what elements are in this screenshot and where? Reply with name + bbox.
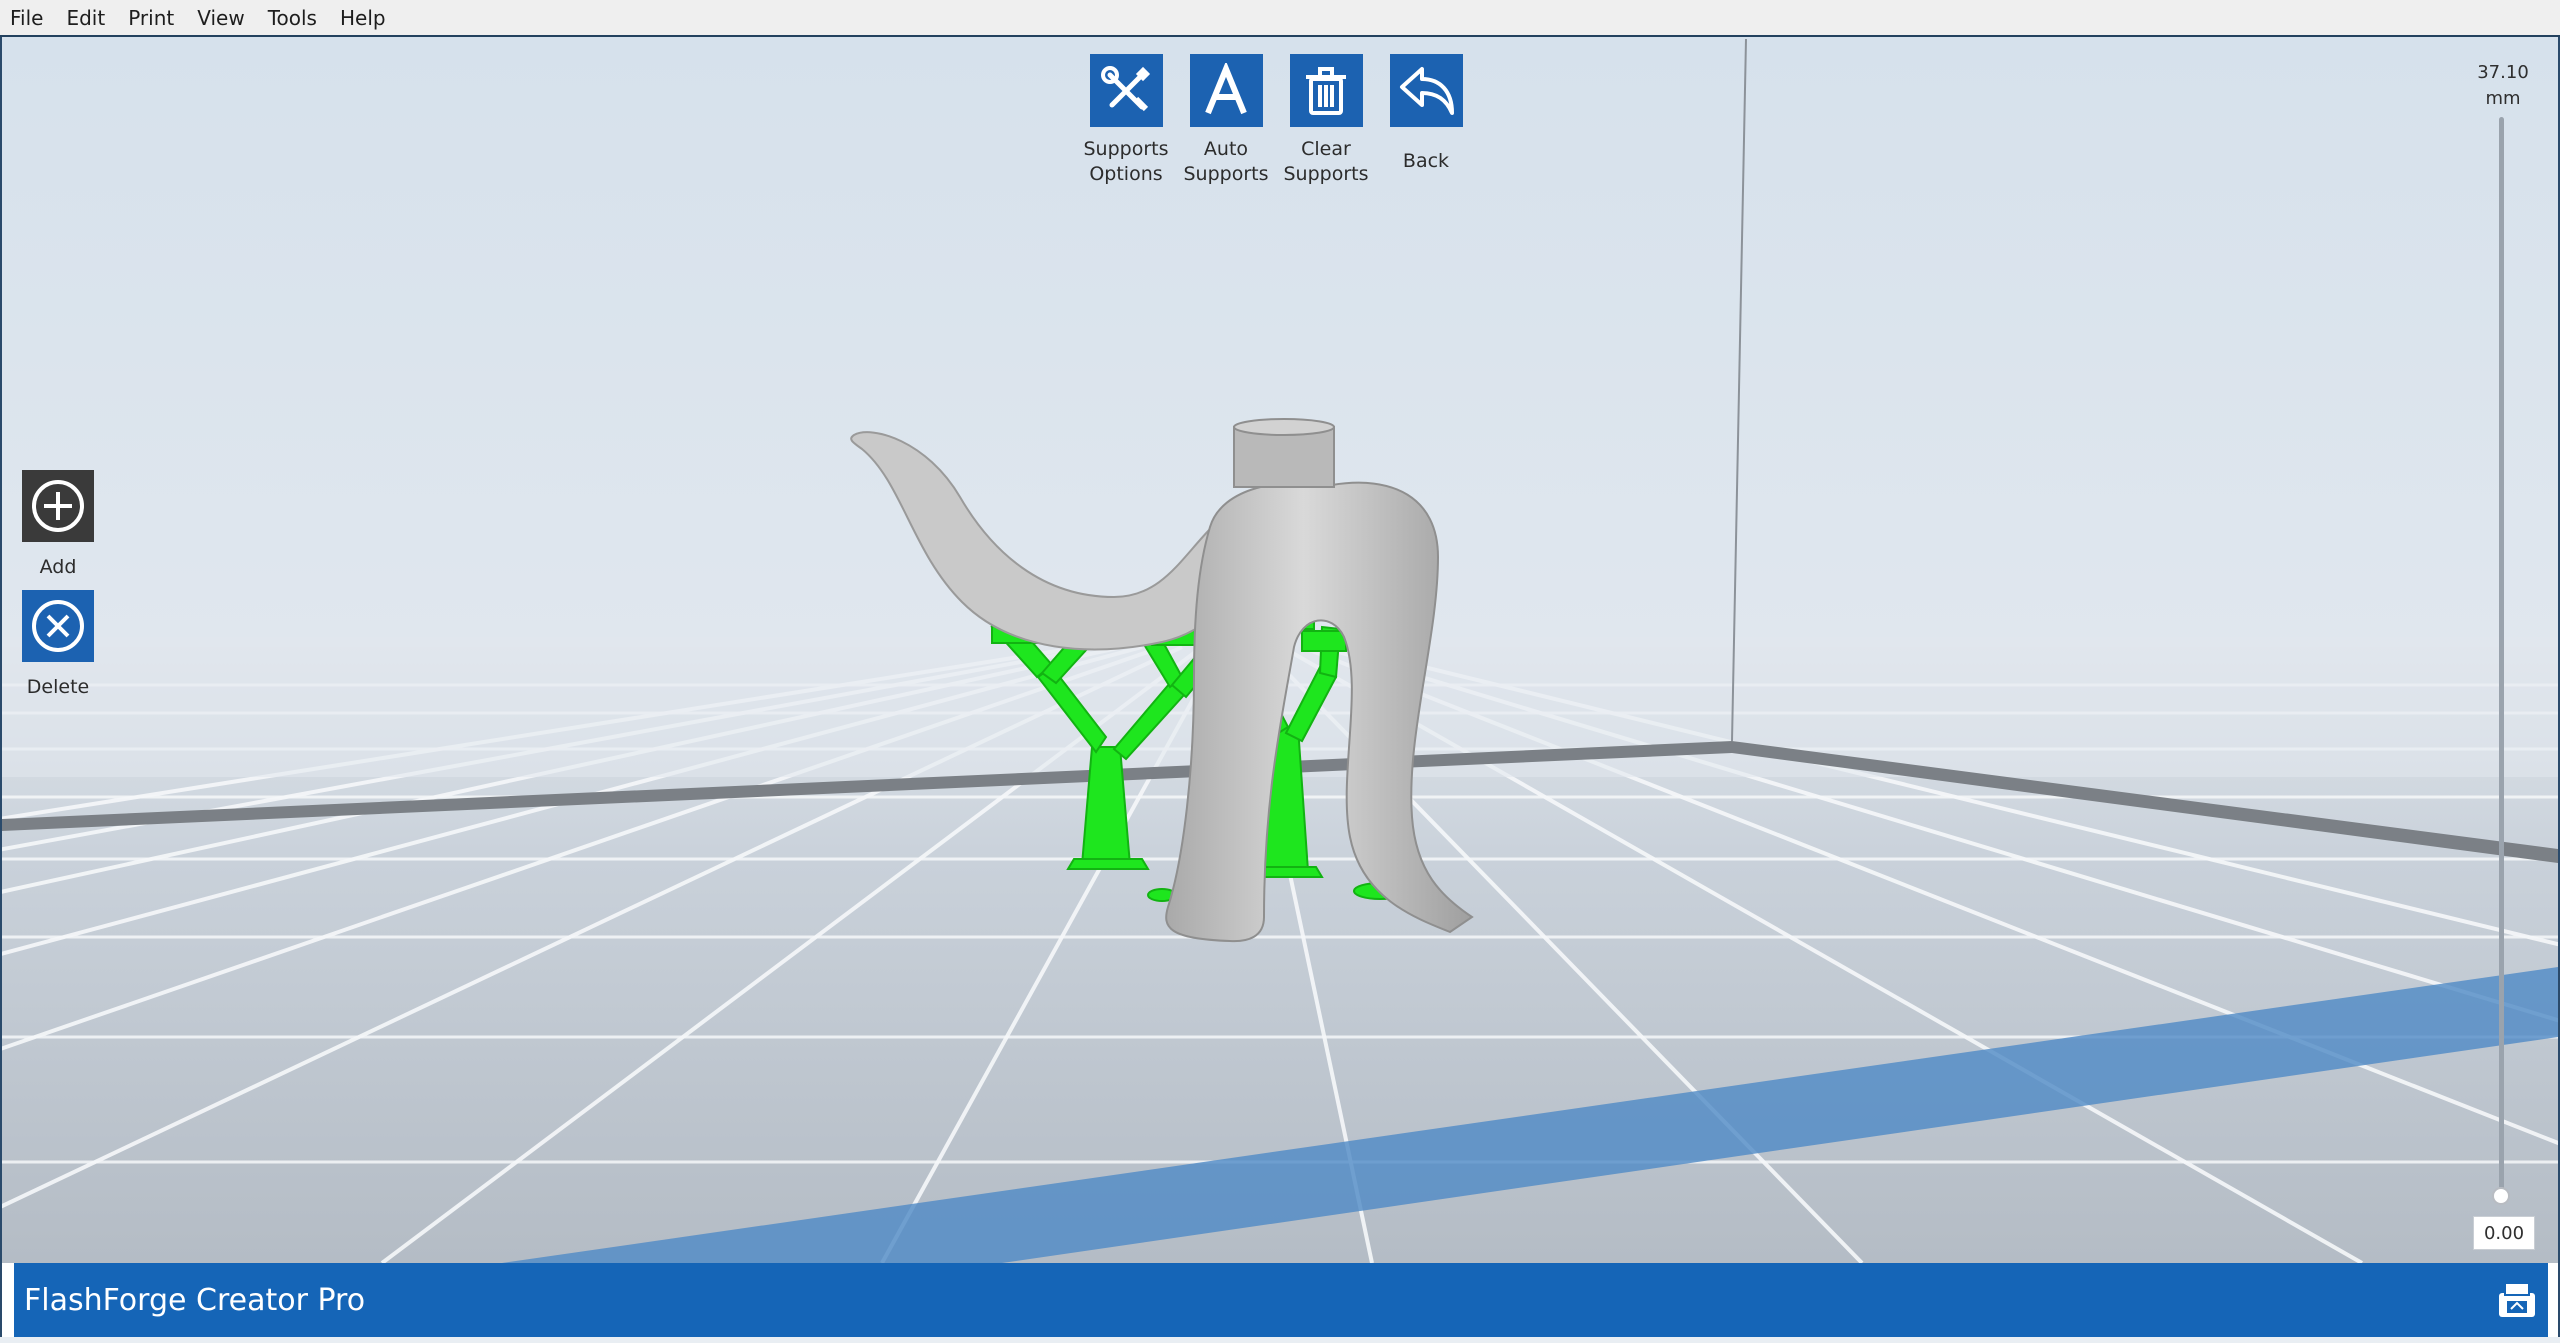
delete-label: Delete [26,676,90,698]
wrench-screwdriver-icon[interactable] [1089,54,1163,127]
height-max-readout: 37.10 mm [2470,60,2536,112]
printer-icon[interactable] [2494,1277,2540,1323]
window-edge-left [0,37,2,1337]
supports-options-label: Supports Options [1083,138,1169,185]
supports-options-button[interactable]: Supports Options [1076,54,1176,187]
supports-toolbar: Supports Options Auto Supports Clear Sup… [1076,54,1476,187]
clear-supports-button[interactable]: Clear Supports [1276,54,1376,187]
delete-button[interactable]: Delete [22,590,94,698]
menu-bar: File Edit Print View Tools Help [0,0,2560,37]
auto-supports-label: Auto Supports [1183,138,1269,185]
trash-icon[interactable] [1289,54,1363,127]
add-label: Add [39,556,77,578]
menu-file[interactable]: File [10,6,54,30]
plus-circle-icon[interactable] [22,470,94,542]
height-unit: mm [2485,88,2521,109]
layer-height-slider-handle[interactable] [2492,1187,2510,1205]
menu-help[interactable]: Help [340,6,397,30]
build-plate-scene [2,37,2558,1263]
window-bottom-edge [0,1337,2560,1343]
height-current-value[interactable]: 0.00 [2473,1216,2535,1250]
x-circle-icon[interactable] [22,590,94,662]
letter-a-icon[interactable] [1189,54,1263,127]
menu-view[interactable]: View [197,6,255,30]
undo-arrow-icon[interactable] [1389,54,1463,127]
menu-print[interactable]: Print [128,6,185,30]
layer-height-slider[interactable] [2499,117,2504,1195]
clear-supports-label: Clear Supports [1283,138,1369,185]
printer-status-bar: FlashForge Creator Pro [14,1263,2548,1337]
printer-name: FlashForge Creator Pro [24,1282,366,1318]
add-button[interactable]: Add [22,470,94,578]
back-button[interactable]: Back [1376,54,1476,187]
3d-viewport[interactable] [2,37,2558,1263]
menu-tools[interactable]: Tools [268,6,328,30]
auto-supports-button[interactable]: Auto Supports [1176,54,1276,187]
menu-edit[interactable]: Edit [66,6,116,30]
back-label: Back [1402,150,1450,172]
height-max-value: 37.10 [2477,62,2529,83]
app-window: File Edit Print View Tools Help Supports… [0,0,2560,1343]
